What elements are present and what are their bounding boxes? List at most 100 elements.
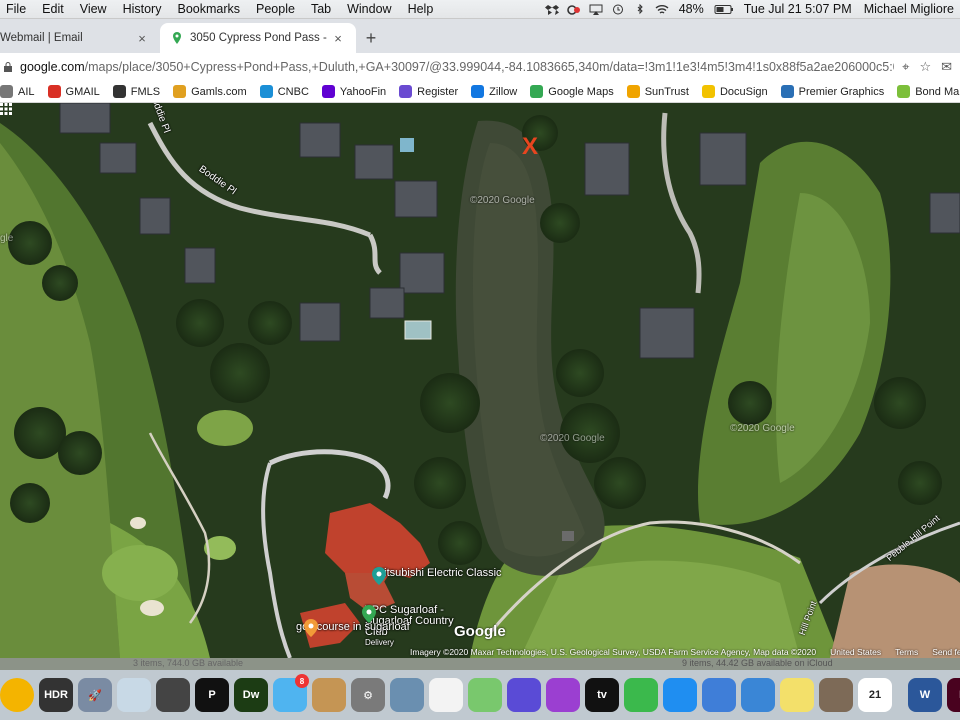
bookmark-gmail[interactable]: GMAIL [47,85,100,98]
send-feedback-link[interactable]: Send feedback [932,647,960,658]
premier-icon [780,85,794,98]
dock: HDR 🚀 P Dw 8 ⚙ tv 21 W Id [0,670,960,720]
menu-help[interactable]: Help [400,2,442,16]
bookmark-zillow[interactable]: Zillow [471,85,517,98]
bluetooth-icon[interactable] [633,3,647,15]
bookmark-docusign[interactable]: DocuSign [701,85,768,98]
creative-cloud-icon[interactable] [566,4,581,15]
bookmark-label: YahooFin [339,85,387,98]
stickies-app-icon[interactable] [780,678,814,712]
screen-sharing-app-icon[interactable] [702,678,736,712]
siri-app-icon[interactable] [507,678,541,712]
system-preferences-app-icon[interactable]: ⚙ [351,678,385,712]
chrome-app-icon[interactable] [0,678,34,712]
url-host: google.com [20,60,85,74]
contacts-app-icon[interactable] [312,678,346,712]
close-tab-icon[interactable]: × [134,31,150,46]
bookmark-cnbc[interactable]: CNBC [259,85,309,98]
menu-bookmarks[interactable]: Bookmarks [169,2,248,16]
docusign-icon [701,85,715,98]
cnbc-icon [259,85,273,98]
bookmark-label: GMAIL [65,85,100,98]
address-bar-actions: ⌖ ☆ ✉ [894,59,960,75]
maps-pin-icon [530,85,544,98]
url-text[interactable]: google.com/maps/place/3050+Cypress+Pond+… [20,60,894,74]
keynote-app-icon[interactable] [741,678,775,712]
tab-strip: Webmail | Email × 3050 Cypress Pond Pass… [0,19,960,53]
menu-history[interactable]: History [115,2,170,16]
time-machine-icon[interactable] [611,4,625,15]
airplay-icon[interactable] [589,4,603,15]
battery-icon[interactable] [714,4,734,15]
bookmark-star-icon[interactable]: ☆ [919,59,931,75]
menu-file[interactable]: File [0,2,34,16]
calculator-app-icon[interactable] [819,678,853,712]
menu-window[interactable]: Window [339,2,399,16]
bookmark-premier-graphics[interactable]: Premier Graphics [780,85,884,98]
address-bar[interactable]: google.com/maps/place/3050+Cypress+Pond+… [0,53,960,81]
parallels-app-icon[interactable]: P [195,678,229,712]
lock-icon[interactable] [2,61,14,73]
menu-edit[interactable]: Edit [34,2,72,16]
map-pin-icon [372,567,386,585]
bookmark-label: Bond Market [915,85,960,98]
bookmarks-bar: AIL GMAIL FMLS Gamls.com CNBC YahooFin Registe… [0,81,960,103]
photos-app-app-icon[interactable] [390,678,424,712]
hdr-app-icon[interactable]: HDR [39,678,73,712]
bookmark-label: Gamls.com [191,85,247,98]
reading-list-icon[interactable]: ✉ [941,59,952,75]
region-link[interactable]: United States [830,647,881,658]
bookmark-label: Zillow [489,85,518,98]
bookmark-label: Register [417,85,459,98]
bookmark-suntrust[interactable]: SunTrust [626,85,689,98]
bookmark-ail[interactable]: AIL [0,85,35,98]
tv-app-icon[interactable]: tv [585,678,619,712]
photo-booth-app-icon[interactable] [156,678,190,712]
bookmark-label: AIL [18,85,35,98]
gamls-icon [173,85,187,98]
bookmark-bond-market[interactable]: Bond Market [897,85,960,98]
bookmark-label: DocuSign [719,85,768,98]
launchpad-app-icon[interactable]: 🚀 [78,678,112,712]
app-icon-glyph: W [919,689,931,701]
textedit-app-icon[interactable] [429,678,463,712]
menu-tab[interactable]: Tab [303,2,339,16]
apps-grid-icon[interactable] [0,103,12,115]
new-tab-button[interactable]: + [356,23,386,53]
property-marker: X [522,133,539,160]
podcasts-app-icon[interactable] [546,678,580,712]
satellite-map[interactable]: Boddie Pl Boddie Pl Pebble Hill Point Hi… [0,103,960,658]
facetime-app-icon[interactable] [624,678,658,712]
bookmark-gamls-com[interactable]: Gamls.com [173,85,247,98]
user-name[interactable]: Michael Migliore [858,2,960,16]
messages-app-icon[interactable]: 8 [273,674,309,712]
clock[interactable]: Tue Jul 21 5:07 PM [738,2,858,16]
bookmark-fmls[interactable]: FMLS [112,85,160,98]
watermark: ©2020 Google [540,433,605,444]
url-path: /maps/place/3050+Cypress+Pond+Pass,+Dulu… [84,60,895,74]
tab-google-maps[interactable]: 3050 Cypress Pond Pass - Goo × [160,23,356,53]
menu-view[interactable]: View [72,2,115,16]
bookmark-register[interactable]: Register [399,85,458,98]
app-icon-glyph: 21 [868,689,882,701]
calendar-app-icon[interactable]: 21 [858,678,892,712]
location-target-icon[interactable]: ⌖ [902,59,909,75]
dropbox-icon[interactable] [544,4,559,15]
tab-title: 3050 Cypress Pond Pass - Goo [190,32,330,44]
word-app-icon[interactable]: W [908,678,942,712]
safari-app-icon[interactable] [663,678,697,712]
terms-link[interactable]: Terms [895,647,918,658]
close-tab-icon[interactable]: × [330,31,346,46]
place-mitsubishi-electric-classic[interactable]: Mitsubishi Electric Classic [372,567,502,585]
menu-people[interactable]: People [248,2,303,16]
menu-bar-status: 48% Tue Jul 21 5:07 PM Michael Migliore [541,2,960,16]
wifi-icon[interactable] [655,4,669,15]
tab-webmail[interactable]: Webmail | Email × [0,23,160,53]
bookmark-google-maps[interactable]: Google Maps [530,85,614,98]
maps-app-icon[interactable] [468,678,502,712]
dreamweaver-app-icon[interactable]: Dw [234,678,268,712]
preview-app-icon[interactable] [117,678,151,712]
bookmark-yahoofin[interactable]: YahooFin [321,85,387,98]
indesign-app-icon[interactable]: Id [947,678,960,712]
place-golf-course-in-sugarloaf[interactable]: golf course in sugarloaf [296,619,410,637]
